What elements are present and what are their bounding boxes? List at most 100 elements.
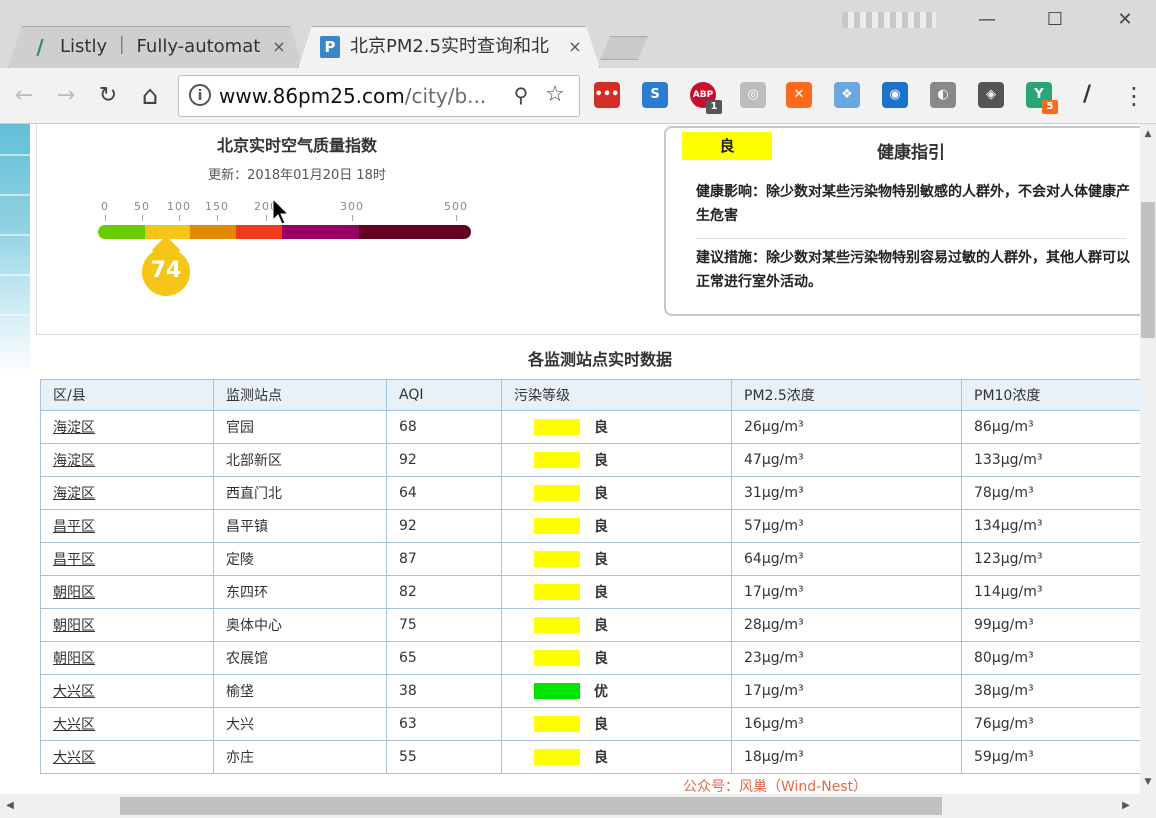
horizontal-scrollbar[interactable]: ◀ ▶ (0, 794, 1140, 818)
reload-icon[interactable]: ↻ (94, 82, 122, 110)
district-link[interactable]: 朝阳区 (53, 618, 95, 634)
site-info-icon[interactable]: i (189, 84, 211, 106)
scale-segment (190, 225, 236, 239)
moon-icon[interactable]: ◐ (930, 82, 956, 108)
pm10-cell: 123μg/m³ (961, 542, 1140, 576)
district-cell: 朝阳区 (40, 608, 214, 642)
circle-icon[interactable]: ◉ (882, 82, 908, 108)
vertical-scrollbar[interactable]: ▲ ▼ (1140, 124, 1156, 794)
new-tab-button[interactable] (600, 36, 648, 60)
pm25-site-icon: P (320, 36, 340, 58)
scale-tick-label: 150 (205, 200, 229, 213)
station-cell: 东四环 (213, 575, 387, 609)
aqi-cell: 68 (386, 410, 502, 444)
scale-segment (236, 225, 282, 239)
scroll-down-icon[interactable]: ▼ (1140, 774, 1156, 790)
menu-icon[interactable]: ⋮ (1120, 82, 1148, 110)
district-link[interactable]: 海淀区 (53, 420, 95, 436)
aqi-cell: 63 (386, 707, 502, 741)
pm25-cell: 47μg/m³ (731, 443, 962, 477)
tab-pm25[interactable]: P 北京PM2.5实时查询和北 × (298, 26, 600, 68)
tab-listly[interactable]: / Listly ｜ Fully-automate × (8, 26, 304, 68)
shield-dark-icon[interactable]: ◈ (978, 82, 1004, 108)
district-link[interactable]: 朝阳区 (53, 585, 95, 601)
puzzle-icon[interactable]: ❖ (834, 82, 860, 108)
table-row: 朝阳区 农展馆 65 良 23μg/m³ 80μg/m³ (40, 641, 1140, 675)
level-color-swatch (534, 716, 580, 732)
scale-tick-label: 100 (167, 200, 191, 213)
tools-icon[interactable]: ✕ (786, 82, 812, 108)
aqi-value-marker: 74 (142, 235, 190, 300)
weibo-icon[interactable]: ◎ (740, 82, 766, 108)
table-row: 昌平区 定陵 87 良 64μg/m³ 123μg/m³ (40, 542, 1140, 576)
level-cell: 良 (501, 443, 732, 477)
district-cell: 昌平区 (40, 542, 214, 576)
station-cell: 亦庄 (213, 740, 387, 774)
district-link[interactable]: 大兴区 (53, 750, 95, 766)
level-label: 良 (594, 552, 608, 568)
table-header-row: 区/县 监测站点 AQI 污染等级 PM2.5浓度 PM10浓度 (40, 379, 1140, 411)
back-icon[interactable]: ← (10, 82, 38, 110)
address-bar[interactable]: i www.86pm25.com/city/b... ⚲ ☆ (178, 75, 580, 117)
scroll-left-icon[interactable]: ◀ (2, 798, 18, 814)
aqi-cell: 65 (386, 641, 502, 675)
scroll-right-icon[interactable]: ▶ (1118, 798, 1134, 814)
pm25-cell: 57μg/m³ (731, 509, 962, 543)
profile-blurred (842, 12, 936, 28)
column-header: PM10浓度 (961, 379, 1140, 411)
scale-segment (359, 225, 471, 239)
listly-ext-icon[interactable]: / (1074, 82, 1100, 108)
district-link[interactable]: 海淀区 (53, 486, 95, 502)
horizontal-scroll-thumb[interactable] (120, 797, 942, 815)
pm25-cell: 26μg/m³ (731, 410, 962, 444)
scale-tick-mark (217, 215, 218, 221)
scroll-up-icon[interactable]: ▲ (1140, 126, 1156, 142)
stations-table: 区/县 监测站点 AQI 污染等级 PM2.5浓度 PM10浓度 海淀区 官园 68 良 26μg… (40, 379, 1140, 774)
level-color-swatch (534, 485, 580, 501)
district-link[interactable]: 大兴区 (53, 684, 95, 700)
aqi-scale-bar (98, 225, 471, 239)
tab-close-icon[interactable]: × (270, 36, 288, 58)
adblock-plus-icon[interactable]: ABP 1 (690, 82, 722, 114)
column-header: 区/县 (40, 379, 214, 411)
scale-segment (282, 225, 359, 239)
home-icon[interactable]: ⌂ (136, 82, 164, 110)
bookmark-star-icon[interactable]: ☆ (543, 82, 567, 108)
district-link[interactable]: 朝阳区 (53, 651, 95, 667)
aqi-value: 74 (150, 258, 182, 283)
pm10-cell: 38μg/m³ (961, 674, 1140, 708)
forward-icon[interactable]: → (52, 82, 80, 110)
table-row: 海淀区 官园 68 良 26μg/m³ 86μg/m³ (40, 410, 1140, 444)
station-cell: 农展馆 (213, 641, 387, 675)
pm10-cell: 134μg/m³ (961, 509, 1140, 543)
aqi-update-time: 更新：2018年01月20日 18时 (208, 168, 386, 183)
station-cell: 定陵 (213, 542, 387, 576)
s-extension-icon[interactable]: S (642, 82, 668, 108)
scale-tick-mark (179, 215, 180, 221)
pm10-cell: 133μg/m³ (961, 443, 1140, 477)
tab-close-icon[interactable]: × (566, 36, 584, 58)
lastpass-icon[interactable]: ••• (594, 82, 620, 108)
vertical-scroll-thumb[interactable] (1141, 202, 1155, 338)
district-link[interactable]: 昌平区 (53, 519, 95, 535)
district-link[interactable]: 大兴区 (53, 717, 95, 733)
level-color-swatch (534, 650, 580, 666)
url-text[interactable]: www.86pm25.com/city/b... (219, 84, 509, 108)
level-color-swatch (534, 749, 580, 765)
district-link[interactable]: 昌平区 (53, 552, 95, 568)
pm10-cell: 76μg/m³ (961, 707, 1140, 741)
zoom-icon[interactable]: ⚲ (509, 83, 533, 107)
level-color-swatch (534, 617, 580, 633)
level-color-swatch (534, 683, 580, 699)
minimize-icon[interactable]: — (972, 8, 1002, 32)
level-label: 良 (594, 717, 608, 733)
district-link[interactable]: 海淀区 (53, 453, 95, 469)
y-extension-icon[interactable]: Y5 (1026, 82, 1058, 114)
maximize-icon[interactable]: ☐ (1040, 8, 1070, 32)
close-window-icon[interactable]: ✕ (1110, 8, 1140, 32)
station-cell: 西直门北 (213, 476, 387, 510)
district-cell: 朝阳区 (40, 575, 214, 609)
level-label: 良 (594, 420, 608, 436)
district-cell: 海淀区 (40, 476, 214, 510)
district-cell: 海淀区 (40, 443, 214, 477)
